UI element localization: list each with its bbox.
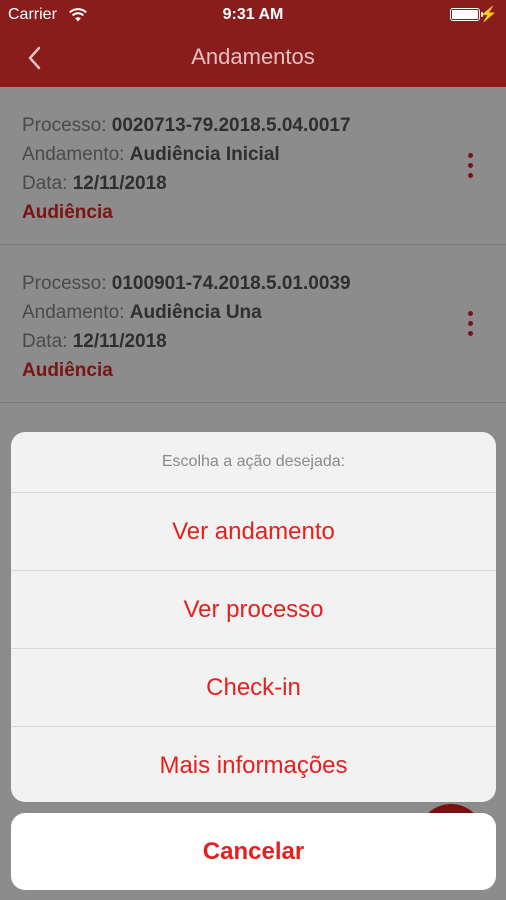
- andamento-label: Andamento:: [22, 302, 125, 323]
- data-row: Data: 12/11/2018: [22, 173, 167, 195]
- status-bar: Carrier 9:31 AM ⚡: [0, 0, 506, 30]
- action-sheet-title: Escolha a ação desejada:: [11, 432, 496, 493]
- andamento-row: Andamento: Audiência Inicial: [22, 144, 280, 166]
- andamento-row: Andamento: Audiência Una: [22, 302, 262, 324]
- data-value: 12/11/2018: [72, 173, 167, 194]
- andamento-value: Audiência Inicial: [129, 144, 280, 165]
- list-item[interactable]: Processo: 0020713-79.2018.5.04.0017 Anda…: [0, 87, 506, 245]
- check-in-button[interactable]: Check-in: [11, 649, 496, 727]
- more-vertical-icon[interactable]: [464, 153, 476, 183]
- clock: 9:31 AM: [222, 6, 284, 23]
- category-tag: Audiência: [22, 360, 113, 381]
- cancel-button[interactable]: Cancelar: [11, 813, 496, 890]
- andamentos-list: Processo: 0020713-79.2018.5.04.0017 Anda…: [0, 87, 506, 403]
- action-sheet: Escolha a ação desejada: Ver andamento V…: [11, 432, 496, 802]
- ver-andamento-button[interactable]: Ver andamento: [11, 493, 496, 571]
- ver-processo-button[interactable]: Ver processo: [11, 571, 496, 649]
- navigation-bar: Andamentos: [0, 30, 506, 87]
- andamento-label: Andamento:: [22, 144, 125, 165]
- list-item[interactable]: Processo: 0100901-74.2018.5.01.0039 Anda…: [0, 245, 506, 403]
- processo-value: 0100901-74.2018.5.01.0039: [111, 273, 351, 294]
- processo-label: Processo:: [22, 273, 107, 294]
- processo-row: Processo: 0020713-79.2018.5.04.0017: [22, 115, 351, 137]
- battery-icon: [450, 8, 483, 21]
- processo-row: Processo: 0100901-74.2018.5.01.0039: [22, 273, 351, 295]
- andamento-value: Audiência Una: [129, 302, 262, 323]
- data-label: Data:: [22, 173, 68, 194]
- bolt-icon: ⚡: [479, 6, 498, 23]
- data-value: 12/11/2018: [72, 331, 167, 352]
- data-label: Data:: [22, 331, 68, 352]
- mais-informacoes-button[interactable]: Mais informações: [11, 727, 496, 802]
- processo-label: Processo:: [22, 115, 107, 136]
- page-title: Andamentos: [191, 44, 315, 69]
- data-row: Data: 12/11/2018: [22, 331, 167, 353]
- more-vertical-icon[interactable]: [464, 311, 476, 341]
- category-tag: Audiência: [22, 202, 113, 223]
- processo-value: 0020713-79.2018.5.04.0017: [111, 115, 351, 136]
